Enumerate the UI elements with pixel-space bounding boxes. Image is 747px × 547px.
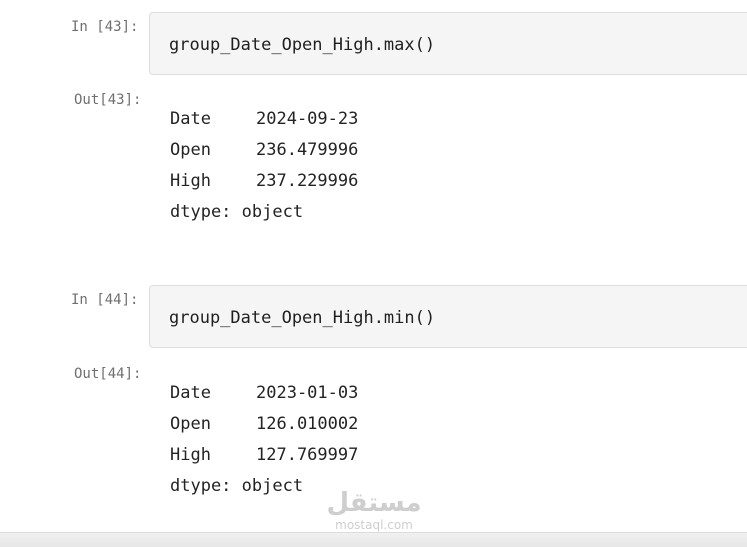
output-row: High 127.769997	[170, 440, 358, 471]
output-value: 126.010002	[256, 414, 359, 434]
mostaql-watermark: مستقل mostaql.com	[326, 488, 422, 532]
output-key: Open	[170, 140, 211, 160]
output-area: Date 2023-01-03 Open 126.010002 High 127…	[170, 378, 358, 502]
watermark-latin: mostaql.com	[335, 518, 413, 532]
output-value: 2023-01-03	[256, 383, 359, 403]
output-row: Date 2024-09-23	[170, 104, 358, 135]
output-key: High	[170, 171, 211, 191]
watermark-arabic: مستقل	[326, 488, 422, 518]
input-prompt: In [43]:	[71, 19, 139, 35]
output-key: High	[170, 445, 211, 465]
output-row: Open 236.479996	[170, 135, 358, 166]
output-key: Date	[170, 383, 211, 403]
output-value: 236.479996	[256, 140, 359, 160]
output-row: Date 2023-01-03	[170, 378, 358, 409]
code-cell[interactable]: group_Date_Open_High.min()	[149, 285, 747, 348]
output-area: Date 2024-09-23 Open 236.479996 High 237…	[170, 104, 358, 228]
code-text[interactable]: group_Date_Open_High.max()	[169, 35, 435, 55]
output-value: 127.769997	[256, 445, 359, 465]
horizontal-scrollbar[interactable]	[0, 532, 747, 547]
output-key: Open	[170, 414, 211, 434]
output-dtype: dtype: object	[170, 202, 304, 222]
output-row: High 237.229996	[170, 166, 358, 197]
code-cell[interactable]: group_Date_Open_High.max()	[149, 12, 747, 75]
output-value: 237.229996	[256, 171, 359, 191]
output-row: Open 126.010002	[170, 409, 358, 440]
output-prompt: Out[44]:	[74, 366, 142, 382]
code-text[interactable]: group_Date_Open_High.min()	[169, 308, 435, 328]
input-prompt: In [44]:	[71, 292, 139, 308]
output-prompt: Out[43]:	[74, 92, 142, 108]
output-key: Date	[170, 109, 211, 129]
output-value: 2024-09-23	[256, 109, 359, 129]
